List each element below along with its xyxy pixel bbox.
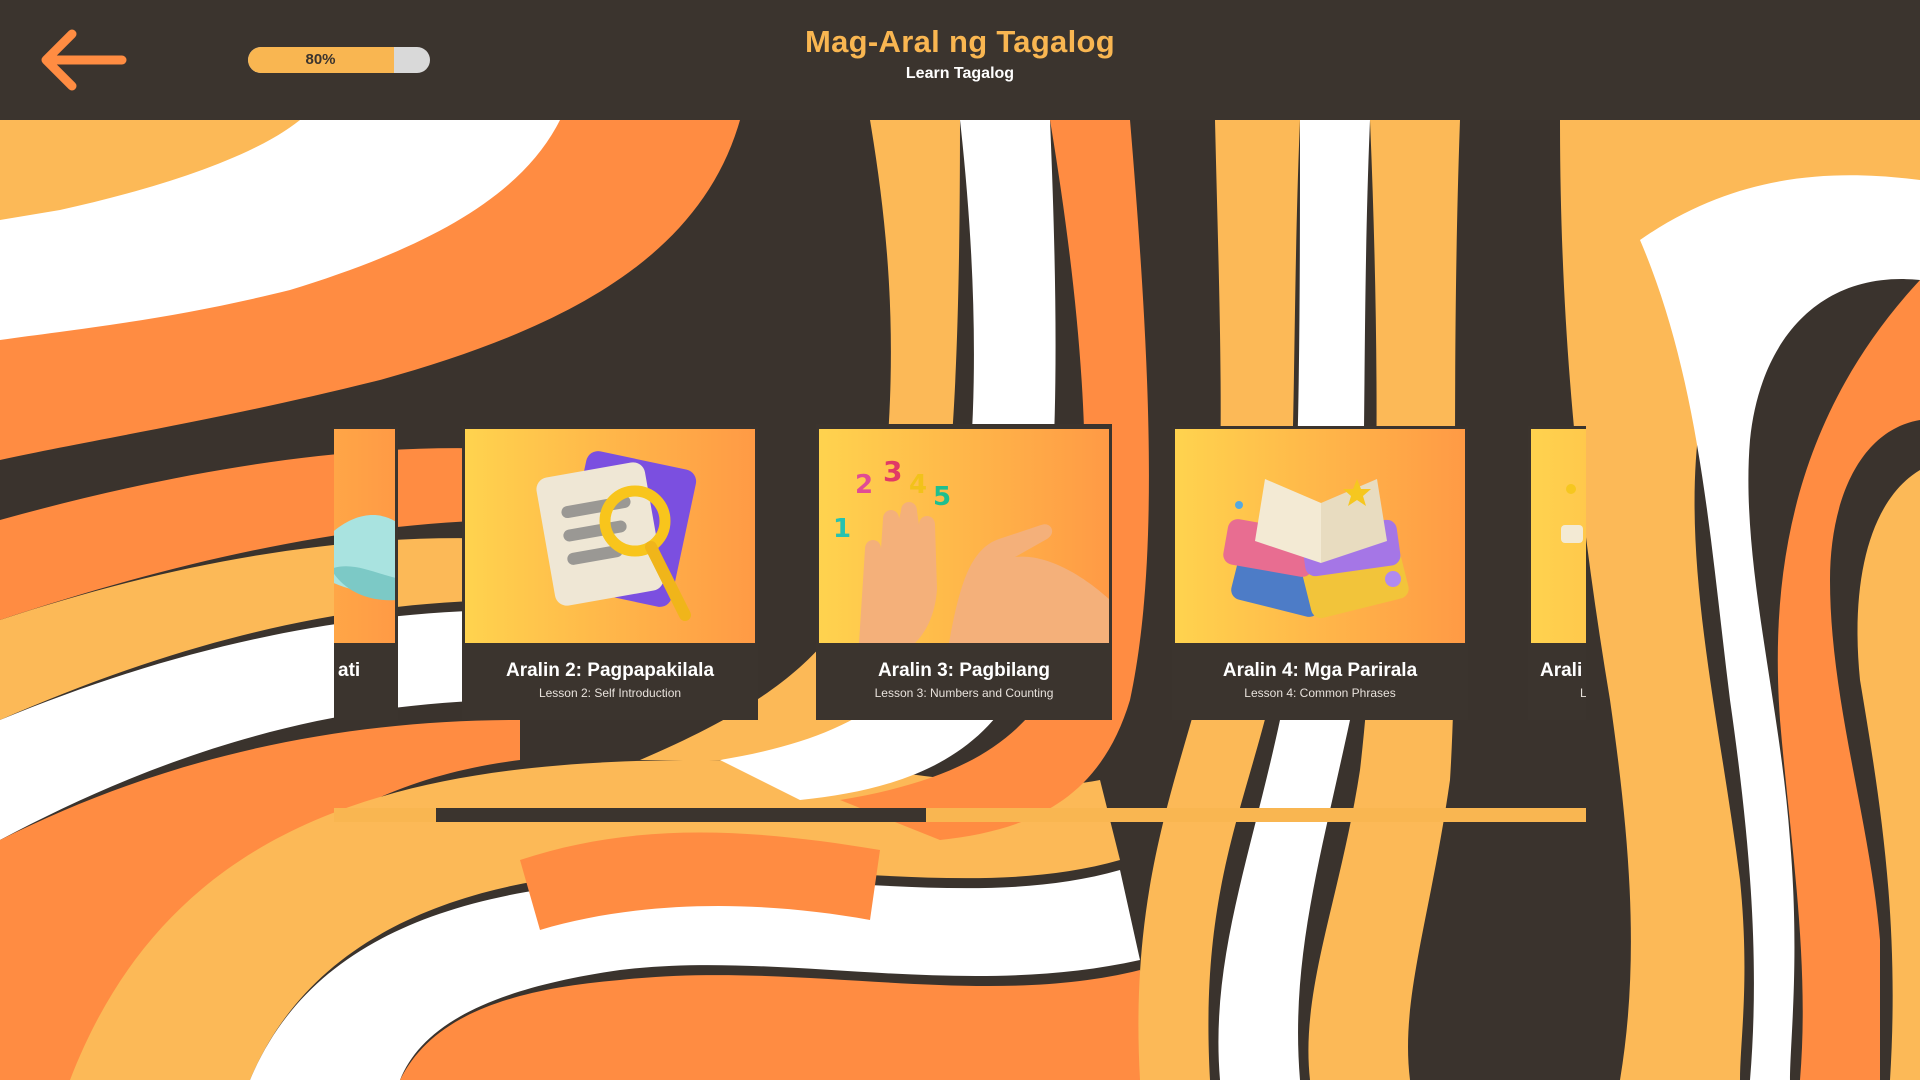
lesson-title: Aralin 3: Pagbilang [877,660,1051,681]
svg-text:1: 1 [833,514,851,544]
svg-text:5: 5 [933,482,951,512]
lesson-title: Aralin 4: Mga Parirala [1222,660,1418,681]
lesson-thumbnail [1531,429,1586,643]
lesson-icon [1561,484,1583,543]
svg-text:2: 2 [855,470,873,500]
lesson-subtitle: Lesson 2: Self Introduction [538,686,682,700]
open-books-icon [1223,479,1409,619]
lesson-carousel[interactable]: ati Aralin 2: Pagpapakilala Lesson 2: Se… [334,426,1586,722]
page-title: Mag-Aral ng Tagalog [805,24,1115,59]
svg-text:4: 4 [909,470,927,500]
lesson-card-1[interactable]: ati [334,426,398,720]
page-subtitle: Learn Tagalog [905,65,1015,82]
magnifier-documents-icon [536,451,697,621]
lesson-thumbnail [1175,429,1465,643]
lesson-card-5[interactable]: Arali L [1528,426,1586,720]
top-bar: 80% Mag-Aral ng Tagalog Learn Tagalog [0,0,1920,120]
scrollbar-thumb[interactable] [436,808,926,822]
lesson-thumbnail: 1 2 3 4 5 [819,429,1109,643]
lesson-card-3[interactable]: 1 2 3 4 5 Aralin 3: Pagbilang Lesson 3: … [816,426,1112,720]
lesson-card-2[interactable]: Aralin 2: Pagpapakilala Lesson 2: Self I… [462,426,758,720]
counting-fingers-icon: 1 2 3 4 5 [833,455,1109,643]
carousel-scrollbar[interactable] [334,808,1586,822]
hand-icon [334,515,395,601]
lesson-title: Arali [1540,660,1583,681]
lesson-subtitle: L [1580,686,1586,700]
lesson-subtitle: Lesson 3: Numbers and Counting [874,686,1054,700]
lesson-title: Aralin 2: Pagpapakilala [505,660,715,681]
lesson-thumbnail [334,429,395,643]
lesson-card-4[interactable]: Aralin 4: Mga Parirala Lesson 4: Common … [1172,426,1468,720]
svg-text:3: 3 [883,455,902,488]
lesson-thumbnail [465,429,755,643]
lesson-subtitle: Lesson 4: Common Phrases [1244,686,1396,700]
